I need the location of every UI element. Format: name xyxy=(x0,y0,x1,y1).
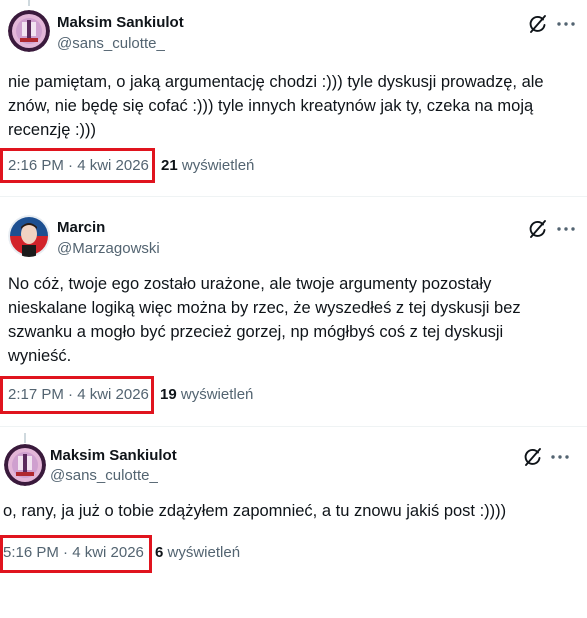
avatar[interactable] xyxy=(8,215,50,257)
views-number: 6 xyxy=(155,544,164,561)
author-name[interactable]: Maksim Sankiulot xyxy=(50,447,177,464)
tweet-text: No cóż, twoje ego zostało urażone, ale t… xyxy=(8,275,521,365)
tweet[interactable]: Marcin @Marzagowski No cóż, twoje ego zo… xyxy=(0,197,587,425)
more-options-icon[interactable] xyxy=(555,218,577,240)
views-number: 19 xyxy=(160,386,177,403)
author-handle[interactable]: @sans_culotte_ xyxy=(57,35,165,52)
author-handle[interactable]: @sans_culotte_ xyxy=(50,467,158,484)
grok-icon[interactable] xyxy=(527,218,549,240)
tweet-timestamp[interactable]: 5:16 PM · 4 kwi 2026 xyxy=(3,544,144,561)
author-name[interactable]: Maksim Sankiulot xyxy=(57,14,184,31)
thread-connector-top xyxy=(28,0,30,6)
tweet-timestamp[interactable]: 2:16 PM · 4 kwi 2026 xyxy=(8,157,149,174)
views-label: wyświetleń xyxy=(181,157,255,174)
views-count: 6 wyświetleń xyxy=(155,544,240,561)
tweet-text: o, rany, ja już o tobie zdążyłem zapomni… xyxy=(3,502,507,520)
views-count: 19 wyświetleń xyxy=(160,386,253,403)
author-name[interactable]: Marcin xyxy=(57,219,105,236)
avatar[interactable] xyxy=(4,444,46,486)
tweet[interactable]: Maksim Sankiulot @sans_culotte_ nie pami… xyxy=(0,0,587,195)
avatar[interactable] xyxy=(8,10,50,52)
tweet-timestamp[interactable]: 2:17 PM · 4 kwi 2026 xyxy=(8,386,149,403)
views-count: 21 wyświetleń xyxy=(161,157,254,174)
views-number: 21 xyxy=(161,157,178,174)
tweet[interactable]: Maksim Sankiulot @sans_culotte_ o, rany,… xyxy=(0,427,587,618)
views-label: wyświetleń xyxy=(167,544,241,561)
more-options-icon[interactable] xyxy=(555,13,577,35)
tweet-text: nie pamiętam, o jaką argumentację chodzi… xyxy=(8,73,544,139)
more-options-icon[interactable] xyxy=(549,446,571,468)
grok-icon[interactable] xyxy=(527,13,549,35)
views-label: wyświetleń xyxy=(180,386,254,403)
thread-connector-top xyxy=(24,433,26,443)
grok-icon[interactable] xyxy=(522,446,544,468)
author-handle[interactable]: @Marzagowski xyxy=(57,240,160,257)
